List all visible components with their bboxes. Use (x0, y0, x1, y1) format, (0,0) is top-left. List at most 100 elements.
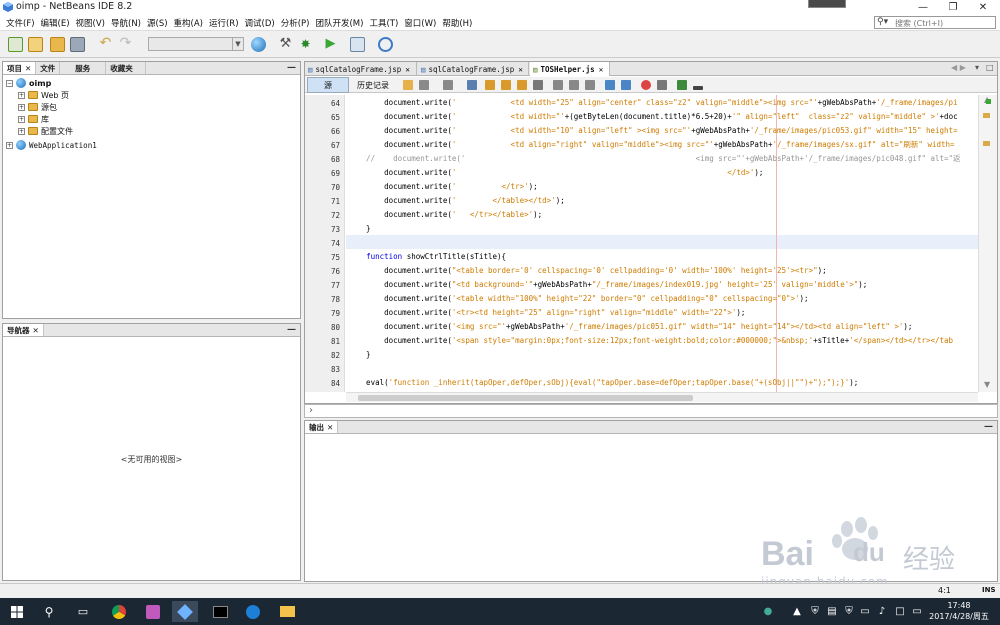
wifi-icon[interactable]: ▲ (790, 601, 804, 622)
app-icon[interactable] (140, 601, 166, 622)
last-edit-icon[interactable] (403, 80, 413, 90)
code-line[interactable]: document.write(' </tr>'); (348, 180, 538, 194)
back-icon[interactable] (419, 80, 429, 90)
menu-view[interactable]: 视图(V) (73, 17, 108, 29)
windows-start-icon[interactable] (4, 601, 30, 622)
build-hammer-icon[interactable]: ⚒ (278, 37, 293, 52)
shift-right-icon[interactable] (621, 80, 631, 90)
expand-icon[interactable]: + (18, 127, 25, 135)
tree-node-oimp[interactable]: − oimp (6, 77, 51, 89)
tree-node-webapplication1[interactable]: + WebApplication1 (6, 139, 97, 151)
new-project-icon[interactable] (28, 37, 43, 52)
search-box[interactable]: ⚲▾ 搜索 (Ctrl+I) (874, 16, 996, 29)
menu-navigate[interactable]: 导航(N) (108, 17, 144, 29)
tree-node-source-packages[interactable]: + 源包 (18, 101, 57, 113)
minimize-panel-button[interactable]: — (287, 325, 296, 335)
menu-file[interactable]: 文件(F) (3, 17, 38, 29)
code-line[interactable]: document.write('<table width="100%" heig… (348, 292, 808, 306)
code-line[interactable]: document.write(' <td align="right" valig… (348, 138, 954, 152)
horizontal-scrollbar[interactable] (346, 392, 978, 402)
security-icon[interactable]: ⛨ (842, 601, 856, 622)
menu-help[interactable]: 帮助(H) (439, 17, 475, 29)
restore-button[interactable]: ❐ (938, 0, 968, 15)
find-icon[interactable] (467, 80, 477, 90)
code-line[interactable]: document.write("<td background='"+gWebAb… (348, 278, 867, 292)
profile-icon[interactable] (378, 37, 393, 52)
close-icon[interactable]: ✕ (327, 423, 333, 432)
tray-shield-icon[interactable]: ⛨ (808, 601, 822, 622)
menu-refactor[interactable]: 重构(A) (171, 17, 206, 29)
code-line[interactable]: function showCtrlTitle(sTitle){ (348, 250, 506, 264)
shift-left-icon[interactable] (605, 80, 615, 90)
menu-source[interactable]: 源(S) (144, 17, 171, 29)
tab-sqlcatalogframe-1[interactable]: ▤ sqlCatalogFrame.jsp ✕ (305, 62, 417, 76)
close-icon[interactable]: ✕ (33, 326, 39, 335)
code-line[interactable]: document.write(' </tr></table>'); (348, 208, 542, 222)
tab-nav-arrows-icon[interactable]: ◀ ▶ (951, 63, 966, 72)
code-line[interactable]: } (348, 348, 371, 362)
configuration-select[interactable]: ▼ (148, 37, 244, 51)
browser-globe-icon[interactable] (251, 37, 266, 52)
browser-icon[interactable] (240, 601, 266, 622)
comment-icon[interactable] (677, 80, 687, 90)
tree-node-web-pages[interactable]: + Web 页 (18, 89, 69, 101)
open-project-icon[interactable] (50, 37, 65, 52)
new-file-icon[interactable] (8, 37, 23, 52)
tab-files[interactable]: 文件 (36, 62, 61, 74)
debug-icon[interactable] (350, 37, 365, 52)
tab-favorites[interactable]: 收藏夹 (106, 62, 146, 74)
menu-debug[interactable]: 调试(D) (242, 17, 278, 29)
tree-node-libraries[interactable]: + 库 (18, 113, 49, 125)
code-line[interactable]: document.write('<tr><td height="25" alig… (348, 306, 745, 320)
menu-team[interactable]: 团队开发(M) (312, 17, 366, 29)
warning-marker-icon[interactable] (983, 113, 990, 118)
tab-services[interactable]: 服务 (60, 62, 107, 74)
menu-window[interactable]: 窗口(W) (401, 17, 439, 29)
code-line[interactable]: } (348, 222, 371, 236)
tab-output[interactable]: 输出 ✕ (305, 421, 339, 433)
code-line[interactable]: document.write(' </td>'); (348, 166, 763, 180)
code-line[interactable]: document.write('<span style="margin:0px;… (348, 334, 953, 348)
toggle-highlight-icon[interactable] (533, 80, 543, 90)
find-next-icon[interactable] (501, 80, 511, 90)
clean-build-icon[interactable]: ✸ (298, 37, 313, 52)
next-bookmark-icon[interactable] (585, 80, 595, 90)
tab-projects[interactable]: 项目 ✕ (3, 62, 37, 74)
search-icon[interactable]: ⚲ (36, 601, 62, 622)
undo-icon[interactable]: ↶ (98, 36, 113, 52)
close-icon[interactable]: ✕ (405, 65, 410, 74)
chrome-icon[interactable] (106, 601, 132, 622)
scroll-down-icon[interactable]: ▼ (984, 380, 990, 389)
menu-edit[interactable]: 编辑(E) (38, 17, 73, 29)
volume-icon[interactable]: ♪ (875, 601, 889, 622)
minimize-panel-button[interactable]: — (287, 63, 296, 73)
tree-node-config-files[interactable]: + 配置文件 (18, 125, 73, 137)
start-macro-icon[interactable] (641, 80, 651, 90)
source-mode-button[interactable]: 源 (307, 77, 349, 93)
forward-icon[interactable] (443, 80, 453, 90)
code-line[interactable]: document.write(' </table></td>'); (348, 194, 565, 208)
code-line[interactable]: document.write(' <td width="'+(getByteLe… (348, 110, 958, 124)
file-explorer-icon[interactable] (274, 601, 300, 622)
expand-icon[interactable]: + (6, 141, 13, 149)
collapse-icon[interactable]: − (6, 79, 13, 87)
menu-profile[interactable]: 分析(P) (278, 17, 313, 29)
toggle-bookmark-icon[interactable] (553, 80, 563, 90)
tab-list-icon[interactable]: ▾ (975, 63, 979, 72)
expand-icon[interactable]: + (18, 115, 25, 123)
redo-icon[interactable]: ↷ (118, 36, 133, 52)
search-input[interactable]: 搜索 (Ctrl+I) (895, 18, 943, 29)
expand-icon[interactable]: + (18, 91, 25, 99)
save-all-icon[interactable] (70, 37, 85, 52)
system-clock[interactable]: 17:48 2017/4/28/周五 (928, 600, 990, 622)
run-icon[interactable]: ▶ (323, 37, 338, 52)
tray-app-icon[interactable]: ● (760, 601, 776, 622)
input-method-icon[interactable]: □ (893, 601, 907, 622)
terminal-icon[interactable] (207, 601, 233, 622)
code-line[interactable]: // document.write(' <img src="'+gWebAbsP… (348, 152, 961, 166)
vertical-scrollbar[interactable]: ▲ ▼ (978, 95, 997, 392)
minimize-button[interactable]: — (908, 0, 938, 15)
find-previous-icon[interactable] (485, 80, 495, 90)
chevron-right-icon[interactable]: › (309, 405, 313, 416)
close-icon[interactable]: ✕ (25, 64, 31, 73)
